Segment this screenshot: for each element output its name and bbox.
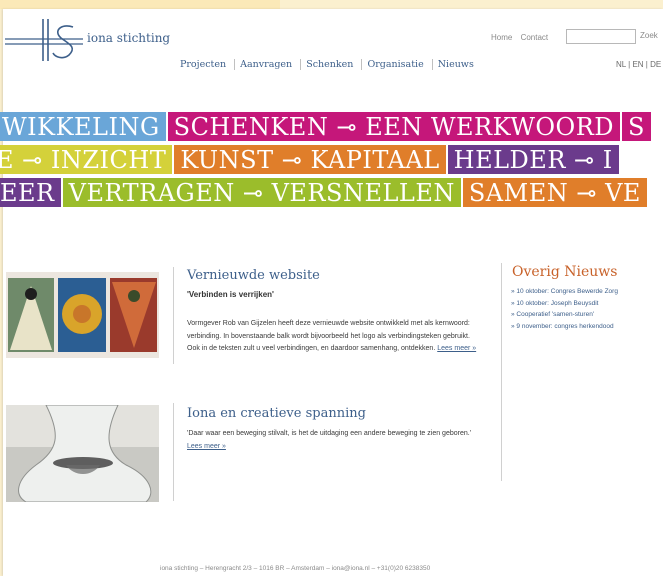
news-item[interactable]: » Cooperatief 'samen-sturen' <box>511 309 618 321</box>
article-subtitle: 'Verbinden is verrijken' <box>187 290 274 299</box>
sidebar-divider <box>501 263 502 481</box>
news-item[interactable]: » 10 oktober: Congres Bewerde Zorg <box>511 286 618 298</box>
divider <box>173 403 174 501</box>
article-image-glass[interactable] <box>6 405 159 502</box>
banner-segment: SAMEN ⊸ VE <box>462 178 647 207</box>
read-more-link[interactable]: Lees meer » <box>187 443 226 450</box>
top-links: Home Contact <box>491 33 554 42</box>
search-button[interactable]: Zoek <box>640 31 658 40</box>
article-body: 'Daar waar een beweging stilvalt, is het… <box>187 428 477 453</box>
main-nav: Projecten Aanvragen Schenken Organisatie… <box>180 59 479 70</box>
article-title[interactable]: Vernieuwde website <box>187 268 320 283</box>
footer-address: iona stichting – Herengracht 2/3 – 1016 … <box>160 565 431 572</box>
site-name[interactable]: iona stichting <box>87 31 170 45</box>
article-title[interactable]: Iona en creatieve spanning <box>187 406 366 421</box>
banner-segment: E ⊸ INZICHT <box>0 145 173 174</box>
nav-aanvragen[interactable]: Aanvragen <box>234 59 298 70</box>
article-text: 'Daar waar een beweging stilvalt, is het… <box>187 430 472 437</box>
article-image-paintings[interactable] <box>6 272 159 358</box>
news-item[interactable]: » 10 oktober: Joseph Beuysdit <box>511 298 618 310</box>
nav-nieuws[interactable]: Nieuws <box>431 59 479 70</box>
language-switcher[interactable]: NL | EN | DE <box>616 60 661 69</box>
nav-schenken[interactable]: Schenken <box>300 59 359 70</box>
banner-segment: WIKKELING <box>0 112 166 141</box>
banner-segment: EER <box>0 178 61 207</box>
keyword-banner: WIKKELING SCHENKEN ⊸ EEN WERKWOORD S E ⊸ I… <box>0 112 663 212</box>
contact-link[interactable]: Contact <box>521 33 549 42</box>
read-more-link[interactable]: Lees meer » <box>437 345 476 352</box>
banner-segment: VERTRAGEN ⊸ VERSNELLEN <box>62 178 461 207</box>
banner-segment: KUNST ⊸ KAPITAAL <box>174 145 446 174</box>
banner-row: WIKKELING SCHENKEN ⊸ EEN WERKWOORD S <box>0 112 653 141</box>
news-item[interactable]: » 9 november: congres herkendood <box>511 321 618 333</box>
sidebar-title: Overig Nieuws <box>512 264 618 280</box>
divider <box>173 267 174 364</box>
article-body: Vormgever Rob van Gijzelen heeft deze ve… <box>187 318 477 356</box>
banner-segment: S <box>622 112 651 141</box>
banner-row: E ⊸ INZICHT KUNST ⊸ KAPITAAL HELDER ⊸ I <box>0 145 621 174</box>
banner-row: EER VERTRAGEN ⊸ VERSNELLEN SAMEN ⊸ VE <box>0 178 649 207</box>
home-link[interactable]: Home <box>491 33 512 42</box>
article-text: Vormgever Rob van Gijzelen heeft deze ve… <box>187 320 470 352</box>
nav-organisatie[interactable]: Organisatie <box>361 59 429 70</box>
banner-segment: HELDER ⊸ I <box>447 145 619 174</box>
nav-projecten[interactable]: Projecten <box>180 59 231 70</box>
search-input[interactable] <box>566 29 636 44</box>
news-list: » 10 oktober: Congres Bewerde Zorg » 10 … <box>511 286 618 332</box>
top-strip <box>0 0 280 9</box>
banner-segment: SCHENKEN ⊸ EEN WERKWOORD <box>167 112 621 141</box>
